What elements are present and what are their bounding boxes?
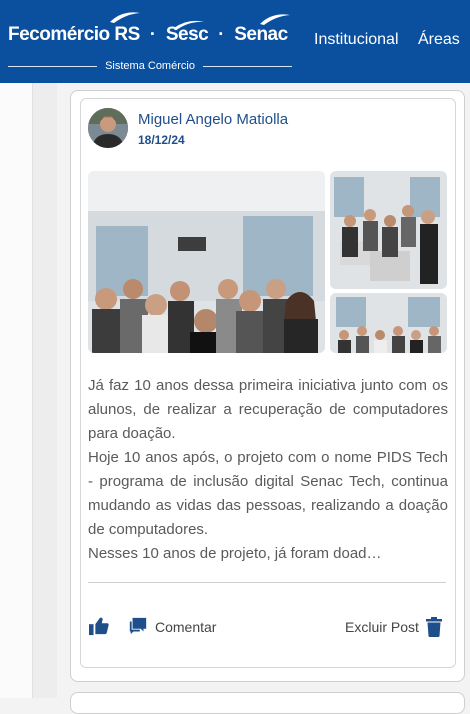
comment-button[interactable]: Comentar xyxy=(155,619,216,635)
site-header: Fecomércio RS · Sesc · Senac Sistema Com… xyxy=(0,0,470,83)
brand-logo[interactable]: Fecomércio RS · Sesc · Senac xyxy=(8,24,288,46)
nav-institucional[interactable]: Institucional xyxy=(314,31,399,49)
post-actions: Comentar Excluir Post xyxy=(88,616,448,640)
post-paragraph-truncated[interactable]: Nesses 10 anos de projeto, já foram doad… xyxy=(88,542,448,566)
post-photo-bottom-right[interactable] xyxy=(330,293,447,353)
tagline-row: Sistema Comércio xyxy=(8,60,293,72)
post-date: 18/12/24 xyxy=(138,133,185,147)
nav-areas[interactable]: Áreas xyxy=(418,31,460,49)
tagline: Sistema Comércio xyxy=(105,60,195,72)
swoosh-icon xyxy=(260,14,290,25)
post-paragraph: Hoje 10 anos após, o projeto com o nome … xyxy=(88,449,448,538)
post-body: Já faz 10 anos dessa primeira iniciativa… xyxy=(88,374,448,566)
brand-separator: · xyxy=(218,24,225,44)
next-feed-card xyxy=(70,692,465,714)
post-photo-top-right[interactable] xyxy=(330,171,447,289)
avatar[interactable] xyxy=(88,108,128,148)
brand-senac: Senac xyxy=(234,24,288,45)
divider xyxy=(202,65,293,67)
brand-separator: · xyxy=(149,24,156,44)
trash-icon[interactable] xyxy=(426,617,442,640)
brand-fecomercio: Fecomércio RS xyxy=(8,24,140,45)
delete-post-button[interactable]: Excluir Post xyxy=(345,619,419,635)
comment-icon[interactable] xyxy=(128,616,148,639)
post-paragraph: Já faz 10 anos dessa primeira iniciativa… xyxy=(88,377,448,442)
left-panel-edge xyxy=(32,83,57,698)
divider xyxy=(88,582,446,583)
swoosh-icon xyxy=(110,12,140,23)
left-panel xyxy=(0,83,32,698)
swoosh-icon xyxy=(174,20,204,29)
post-author[interactable]: Miguel Angelo Matiolla xyxy=(138,111,288,128)
post-photo-main[interactable] xyxy=(88,171,325,353)
divider xyxy=(8,65,98,67)
like-icon[interactable] xyxy=(88,616,110,639)
